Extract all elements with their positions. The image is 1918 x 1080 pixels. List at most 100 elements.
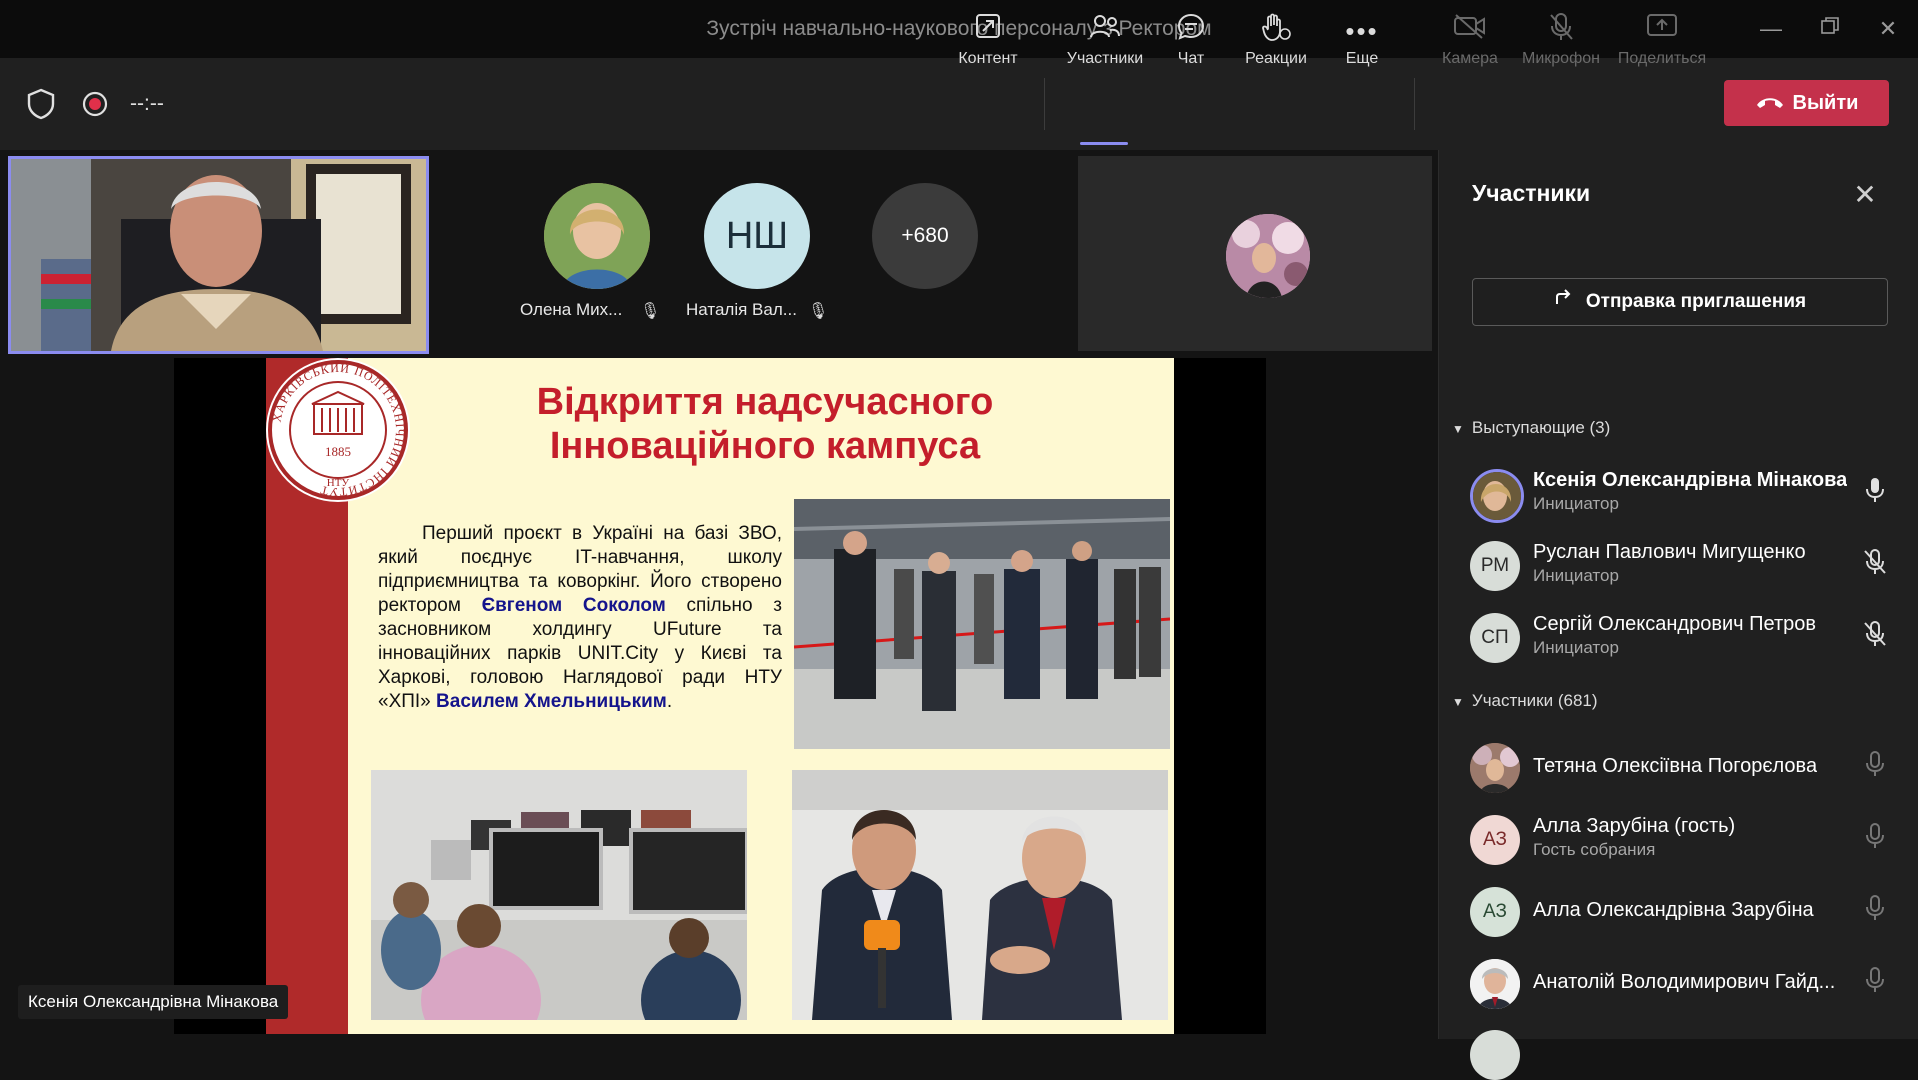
participant-row[interactable]: РМ Руслан Павлович Мигущенко Инициатор bbox=[1460, 535, 1900, 597]
participant-role: Гость собрания bbox=[1533, 840, 1656, 859]
chevron-down-icon: ▼ bbox=[1452, 695, 1464, 709]
mic-off-icon bbox=[1860, 549, 1890, 582]
panel-title: Участники bbox=[1472, 180, 1591, 206]
presenters-section-header[interactable]: ▼ Выступающие (3) bbox=[1452, 418, 1610, 438]
meeting-timer: --:-- bbox=[130, 92, 164, 115]
avatar bbox=[1470, 743, 1520, 793]
microphone-button[interactable]: Микрофон bbox=[1516, 12, 1606, 82]
interview-photo bbox=[792, 770, 1168, 1020]
participant-row[interactable]: СП Сергій Олександрович Петров Инициатор bbox=[1460, 607, 1900, 669]
share-icon bbox=[1554, 279, 1576, 325]
participant-row[interactable]: Ксенія Олександрівна Мінакова Инициатор bbox=[1460, 463, 1900, 525]
mic-disabled-icon bbox=[1860, 751, 1890, 784]
camera-off-icon bbox=[1430, 12, 1510, 50]
slide-highlight-name: Євгеном Соколом bbox=[481, 595, 666, 616]
mic-disabled-icon bbox=[1860, 967, 1890, 1000]
attendees-section-header[interactable]: ▼ Участники (681) bbox=[1452, 691, 1598, 711]
mic-disabled-icon bbox=[1860, 895, 1890, 928]
share-screen-icon bbox=[1614, 12, 1710, 50]
avatar bbox=[1470, 959, 1520, 1009]
more-label: Еще bbox=[1345, 50, 1379, 67]
participants-button[interactable]: Участники bbox=[1058, 12, 1152, 82]
section-label: Участники (681) bbox=[1471, 691, 1598, 710]
minimize-icon[interactable]: — bbox=[1751, 12, 1791, 46]
people-icon bbox=[1058, 12, 1152, 50]
avatar[interactable] bbox=[544, 183, 650, 289]
avatar bbox=[1470, 1030, 1520, 1080]
close-window-icon[interactable]: ✕ bbox=[1868, 12, 1908, 46]
mic-off-icon bbox=[1516, 12, 1606, 50]
share-button[interactable]: Поделиться bbox=[1614, 12, 1710, 82]
avatar: АЗ bbox=[1470, 887, 1520, 937]
overflow-participants-button[interactable]: +680 bbox=[872, 183, 978, 289]
active-speaker-video[interactable] bbox=[8, 156, 429, 354]
reactions-label: Реакции bbox=[1245, 50, 1307, 67]
participant-tile-name: Олена Мих... bbox=[520, 300, 623, 319]
participant-name: Сергій Олександрович Петров bbox=[1533, 613, 1816, 635]
share-content-icon bbox=[950, 12, 1026, 50]
section-label: Выступающие (3) bbox=[1471, 418, 1611, 437]
participant-row[interactable]: Тетяна Олексіївна Погорєлова bbox=[1460, 737, 1900, 799]
toolbar-divider bbox=[1414, 78, 1415, 130]
avatar[interactable]: НШ bbox=[704, 183, 810, 289]
participant-row[interactable]: АЗ Алла Олександрівна Зарубіна bbox=[1460, 881, 1900, 943]
more-button[interactable]: ••• Еще bbox=[1328, 12, 1396, 82]
slide-title-line: Інноваційного кампуса bbox=[549, 425, 981, 467]
camera-label: Камера bbox=[1442, 50, 1498, 67]
send-invite-button[interactable]: Отправка приглашения bbox=[1472, 278, 1888, 326]
speaker-video-frame bbox=[11, 159, 426, 351]
slide-text: . bbox=[666, 691, 673, 712]
camera-button[interactable]: Камера bbox=[1430, 12, 1510, 82]
slide-title-line: Відкриття надсучасного bbox=[536, 381, 994, 423]
hand-emoji-icon bbox=[1238, 12, 1314, 50]
close-panel-icon[interactable]: ✕ bbox=[1850, 178, 1880, 211]
reactions-button[interactable]: Реакции bbox=[1238, 12, 1314, 82]
slide-body-text: Перший проєкт в Україні на базі ЗВО, яки… bbox=[378, 522, 782, 714]
phone-hangup-icon bbox=[1755, 81, 1785, 127]
participant-name: Тетяна Олексіївна Погорєлова bbox=[1533, 755, 1818, 777]
computer-class-photo bbox=[371, 770, 747, 1020]
content-label: Контент bbox=[958, 50, 1018, 67]
recording-icon bbox=[81, 90, 109, 123]
avatar: АЗ bbox=[1470, 815, 1520, 865]
mic-off-icon: 🎙 bbox=[640, 303, 661, 320]
toolbar-divider bbox=[1044, 78, 1045, 130]
mic-icon bbox=[1860, 477, 1890, 510]
ribbon-cutting-photo bbox=[794, 499, 1170, 749]
avatar bbox=[1226, 214, 1310, 298]
active-tab-indicator bbox=[1080, 142, 1128, 145]
avatar: СП bbox=[1470, 613, 1520, 663]
chat-button[interactable]: Чат bbox=[1160, 12, 1222, 82]
mic-label: Микрофон bbox=[1522, 50, 1600, 67]
participant-name: Алла Зарубіна (гость) bbox=[1533, 815, 1736, 837]
participant-role: Инициатор bbox=[1533, 494, 1619, 513]
participant-name: Алла Олександрівна Зарубіна bbox=[1533, 899, 1814, 921]
participant-row[interactable]: АЗ Алла Зарубіна (гость) Гость собрания bbox=[1460, 809, 1900, 871]
participant-name: Ксенія Олександрівна Мінакова bbox=[1533, 469, 1848, 491]
shield-icon[interactable] bbox=[26, 88, 56, 125]
logo-year: 1885 bbox=[325, 444, 351, 459]
leave-button[interactable]: Выйти bbox=[1724, 80, 1889, 126]
chat-label: Чат bbox=[1177, 50, 1205, 67]
slide-highlight-name: Василем Хмельницьким bbox=[436, 691, 667, 712]
slide-title: Відкриття надсучасного Інноваційного кам… bbox=[360, 380, 1170, 468]
speaker-name-badge: Ксенія Олександрівна Мінакова bbox=[18, 985, 289, 1019]
more-icon: ••• bbox=[1345, 16, 1379, 46]
invite-label: Отправка приглашения bbox=[1585, 291, 1807, 313]
participants-label: Участники bbox=[1066, 50, 1144, 67]
chevron-down-icon: ▼ bbox=[1452, 422, 1464, 436]
avatar: РМ bbox=[1470, 541, 1520, 591]
chat-icon bbox=[1160, 12, 1222, 50]
participant-name: Руслан Павлович Мигущенко bbox=[1533, 541, 1806, 563]
share-label: Поделиться bbox=[1617, 50, 1707, 67]
content-button[interactable]: Контент bbox=[950, 12, 1026, 82]
leave-label: Выйти bbox=[1792, 92, 1859, 114]
participant-row[interactable]: Анатолій Володимирович Гайд... bbox=[1460, 953, 1900, 1015]
participant-name: Анатолій Володимирович Гайд... bbox=[1533, 971, 1836, 993]
mic-disabled-icon bbox=[1860, 823, 1890, 856]
participant-role: Инициатор bbox=[1533, 566, 1619, 585]
avatar bbox=[1470, 469, 1524, 523]
mic-off-icon: 🎙 bbox=[808, 303, 829, 320]
restore-icon[interactable] bbox=[1810, 12, 1850, 46]
logo-bottom-text: НТУ bbox=[327, 477, 350, 489]
